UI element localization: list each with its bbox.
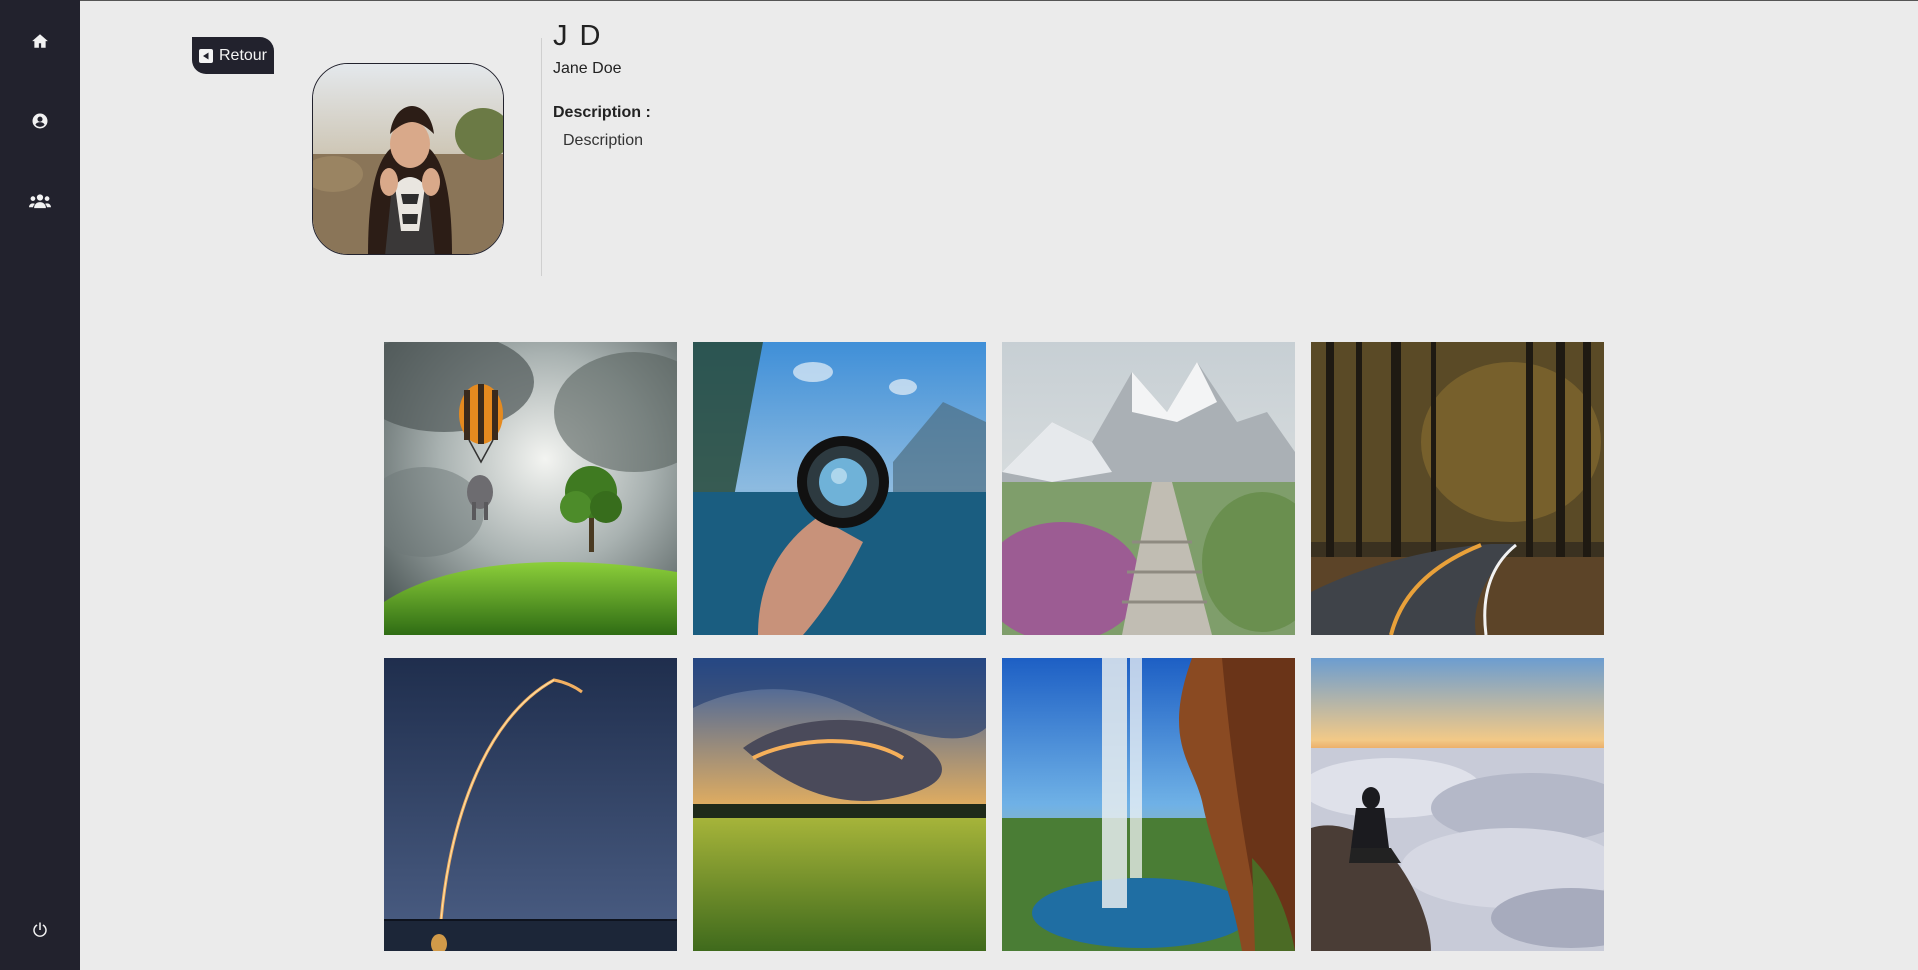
gallery-image-clouds[interactable] [1311, 658, 1604, 951]
sidebar [0, 0, 80, 970]
profile-name: Jane Doe [553, 60, 622, 77]
home-icon [32, 34, 48, 48]
description-text: Description [563, 132, 644, 149]
sidebar-item-home[interactable] [20, 21, 60, 61]
gallery-image-waterfall[interactable] [1002, 658, 1295, 951]
sidebar-item-profile[interactable] [20, 101, 60, 141]
gallery-image-mountain[interactable] [1002, 342, 1295, 635]
back-button[interactable]: Retour [192, 37, 274, 74]
users-icon [29, 194, 51, 209]
description-label: Description : [553, 104, 651, 121]
gallery-image-rocket[interactable] [384, 658, 677, 951]
gallery-image-forest-road[interactable] [1311, 342, 1604, 635]
back-button-label: Retour [218, 46, 268, 64]
power-icon [33, 922, 47, 937]
user-circle-icon [32, 113, 48, 129]
caret-left-square-icon [198, 48, 213, 63]
profile-initials: J D [553, 20, 603, 52]
gallery-image-lens[interactable] [693, 342, 986, 635]
avatar-photo [313, 64, 503, 254]
gallery-image-sunset-field[interactable] [693, 658, 986, 951]
logout-button[interactable] [20, 910, 60, 950]
top-border [0, 0, 1918, 1]
profile-divider [541, 38, 542, 276]
photo-gallery [384, 342, 1604, 951]
sidebar-item-users[interactable] [20, 181, 60, 221]
avatar [312, 63, 504, 255]
gallery-image-balloon[interactable] [384, 342, 677, 635]
